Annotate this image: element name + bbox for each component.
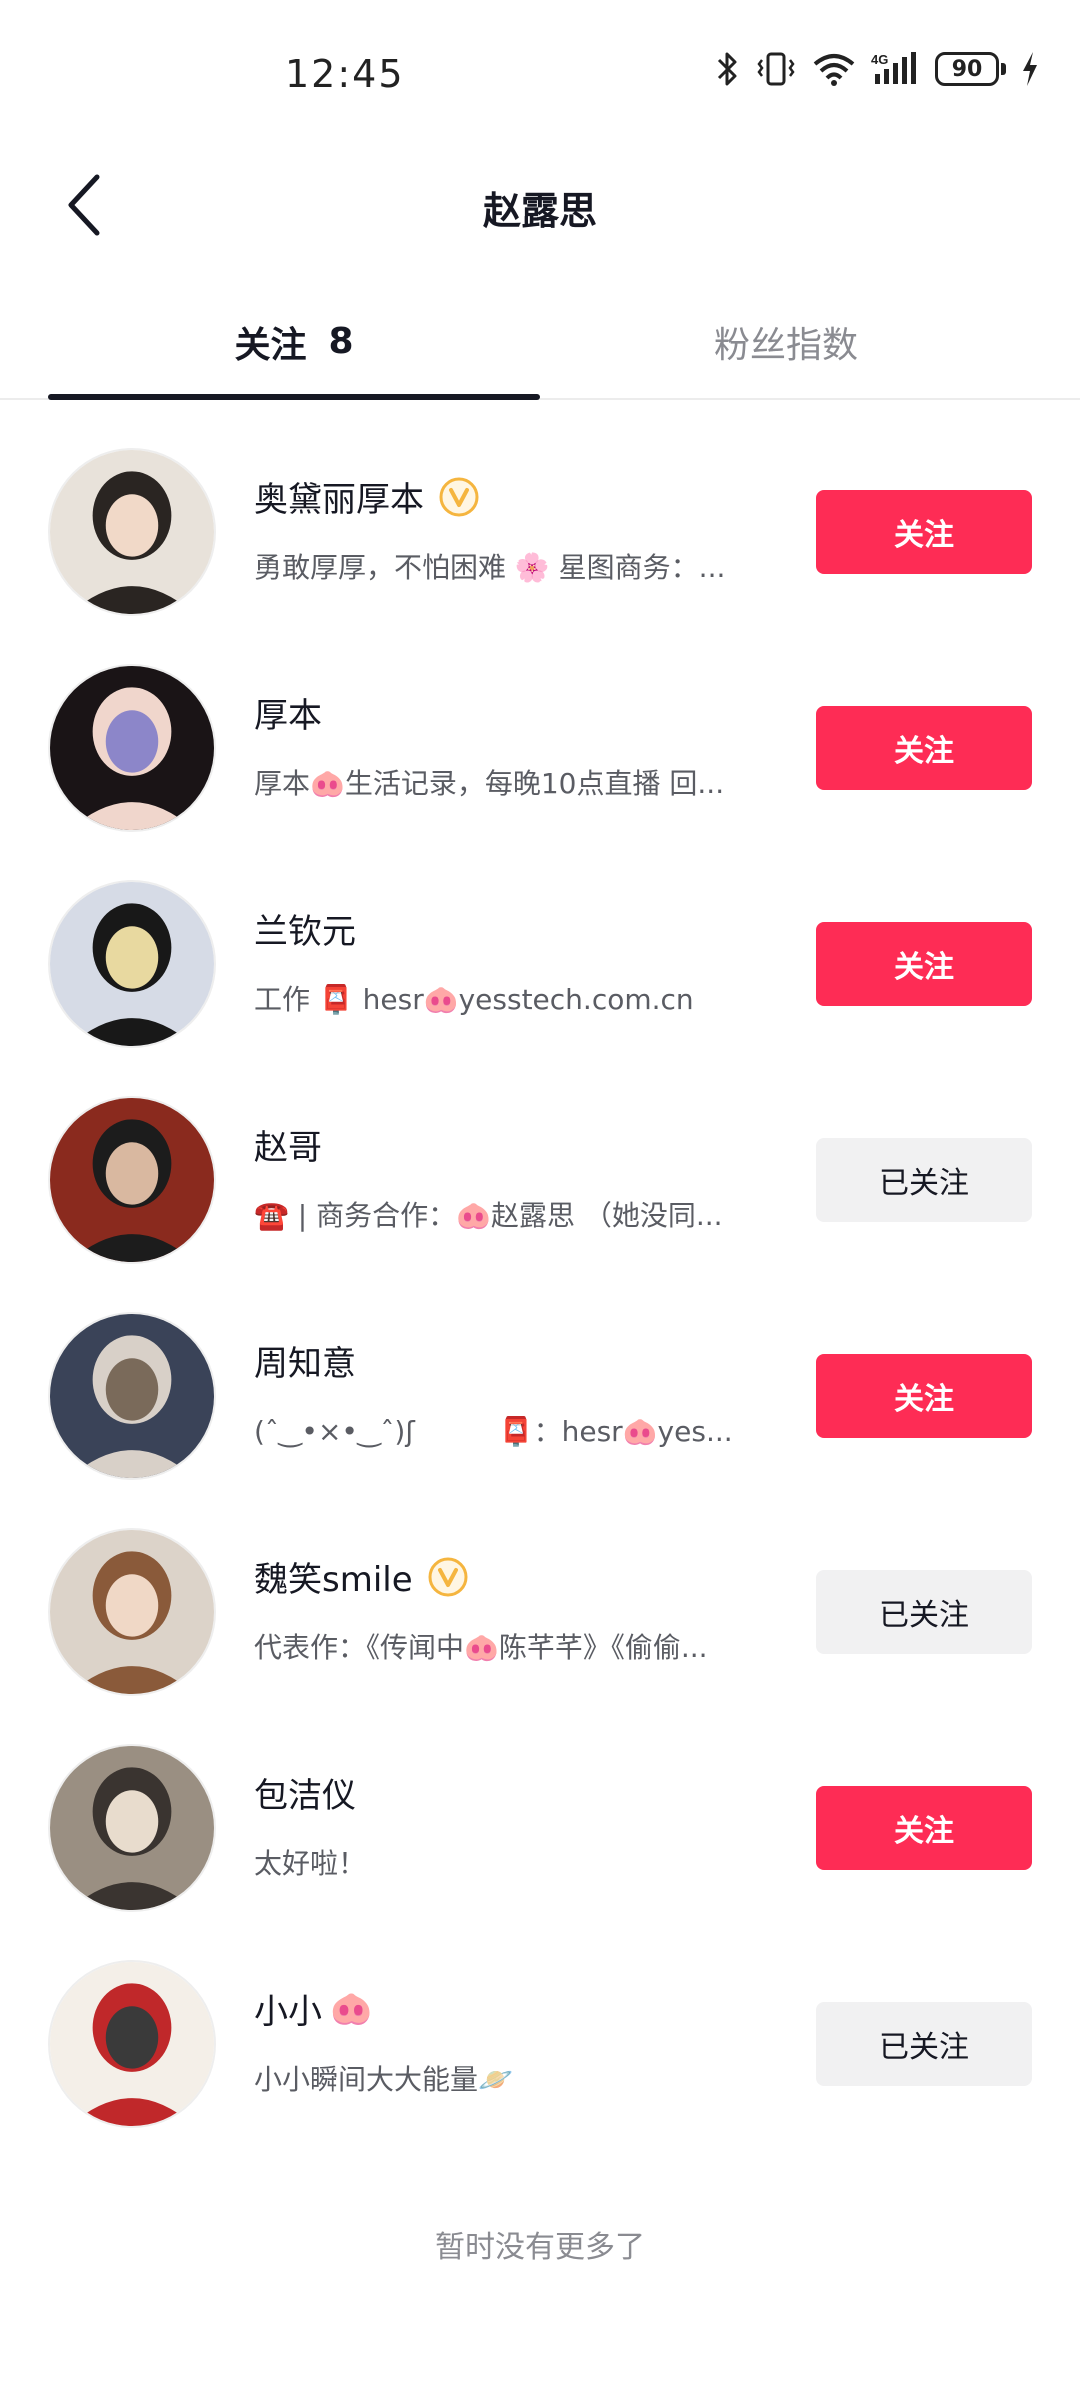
following-button[interactable]: 已关注 — [816, 1138, 1032, 1222]
user-bio: 工作 📮 hesr🐽yesstech.com.cn — [254, 983, 694, 1016]
following-button[interactable]: 已关注 — [816, 2002, 1032, 2086]
user-name: 兰钦元 — [254, 912, 356, 952]
tab-bar: 关注 8 粉丝指数 — [0, 285, 1080, 400]
follow-button[interactable]: 关注 — [816, 490, 1032, 574]
vibrate-icon — [755, 50, 797, 88]
list-item[interactable]: 包洁仪太好啦！ 关注 — [0, 1726, 1080, 1942]
follow-button[interactable]: 关注 — [816, 922, 1032, 1006]
battery-level: 90 — [935, 52, 999, 86]
avatar[interactable] — [48, 1744, 216, 1912]
user-name: 奥黛丽厚本 — [254, 480, 424, 520]
avatar[interactable] — [48, 448, 216, 616]
avatar[interactable] — [48, 1960, 216, 2128]
following-list: 奥黛丽厚本 勇敢厚厚，不怕困难 🌸 星图商务：... 关注 厚本 厚本🐽生活记录，每晚1… — [0, 430, 1080, 2158]
list-item[interactable]: 魏笑smile 代表作：《传闻中🐽陈芊芊》《偷偷... 已关注 — [0, 1510, 1080, 1726]
user-bio: 代表作：《传闻中🐽陈芊芊》《偷偷... — [254, 1631, 708, 1664]
list-item[interactable]: 赵哥 ☎️ | 商务合作：🐽赵露思 （她没同... 已关注 — [0, 1078, 1080, 1294]
status-icons: 4G 90 — [715, 50, 1040, 88]
list-item[interactable]: 兰钦元工作 📮 hesr🐽yesstech.com.cn 关注 — [0, 862, 1080, 1078]
user-name-row: 赵哥 — [254, 1120, 322, 1169]
avatar[interactable] — [48, 1312, 216, 1480]
follow-button[interactable]: 关注 — [816, 1786, 1032, 1870]
tab-fans-index-label: 粉丝指数 — [713, 324, 858, 366]
page-title: 赵露思 — [482, 189, 597, 233]
user-bio: ☎️ | 商务合作：🐽赵露思 （她没同... — [254, 1199, 723, 1232]
user-name: 包洁仪 — [254, 1776, 356, 1816]
user-name: 周知意 — [254, 1344, 356, 1384]
list-item[interactable]: 奥黛丽厚本勇敢厚厚，不怕困难 🌸 星图商务：... 关注 — [0, 430, 1080, 646]
user-bio: (ˆ‿•×•‿ˆ)ʃ 📮：hesr🐽yes... — [254, 1415, 733, 1448]
name-emoji: 🐽 — [330, 1988, 373, 2029]
user-name: 厚本 — [254, 696, 322, 736]
avatar[interactable] — [48, 880, 216, 1048]
tab-fans-index[interactable]: 粉丝指数 — [540, 285, 1032, 398]
bluetooth-icon — [715, 50, 741, 88]
following-button[interactable]: 已关注 — [816, 1570, 1032, 1654]
tab-following-label: 关注 — [234, 324, 307, 366]
wifi-icon — [811, 50, 857, 88]
follow-button[interactable]: 关注 — [816, 1354, 1032, 1438]
user-bio: 小小瞬间大大能量🪐 — [254, 2063, 513, 2096]
avatar[interactable] — [48, 664, 216, 832]
status-bar: 12:45 4G 90 — [0, 0, 1080, 150]
user-name: 赵哥 — [254, 1128, 322, 1168]
user-name-row: 兰钦元 — [254, 904, 356, 953]
user-bio: 太好啦！ — [254, 1847, 367, 1880]
bolt-icon — [1020, 50, 1040, 88]
user-name-row: 周知意 — [254, 1336, 356, 1385]
list-item[interactable]: 小小 🐽 小小瞬间大大能量🪐 已关注 — [0, 1942, 1080, 2158]
nav-bar: 赵露思 — [0, 150, 1080, 260]
user-name-row: 厚本 — [254, 688, 322, 737]
battery-icon: 90 — [935, 52, 1006, 86]
verified-v-icon — [438, 476, 480, 518]
end-of-list-text: 暂时没有更多了 — [435, 2230, 645, 2265]
user-name-row: 小小 🐽 — [254, 1984, 372, 2033]
signal-4g-icon: 4G — [871, 50, 921, 88]
list-item[interactable]: 周知意 (ˆ‿•×•‿ˆ)ʃ 📮：hesr🐽yes... 关注 — [0, 1294, 1080, 1510]
user-name-row: 魏笑smile — [254, 1552, 469, 1601]
status-time: 12:45 — [285, 52, 405, 96]
user-name-row: 奥黛丽厚本 — [254, 472, 480, 521]
tab-following-count: 8 — [328, 321, 354, 362]
list-item[interactable]: 厚本厚本🐽生活记录，每晚10点直播 回... 关注 — [0, 646, 1080, 862]
verified-v-icon — [427, 1556, 469, 1598]
user-bio: 勇敢厚厚，不怕困难 🌸 星图商务：... — [254, 551, 726, 584]
tab-following[interactable]: 关注 8 — [48, 285, 540, 398]
user-name: 魏笑smile — [254, 1560, 413, 1600]
follow-button[interactable]: 关注 — [816, 706, 1032, 790]
user-bio: 厚本🐽生活记录，每晚10点直播 回... — [254, 767, 725, 800]
user-name-row: 包洁仪 — [254, 1768, 356, 1817]
tab-active-indicator — [48, 394, 540, 400]
user-name: 小小 — [254, 1992, 322, 2032]
svg-text:4G: 4G — [871, 52, 888, 67]
avatar[interactable] — [48, 1096, 216, 1264]
avatar[interactable] — [48, 1528, 216, 1696]
